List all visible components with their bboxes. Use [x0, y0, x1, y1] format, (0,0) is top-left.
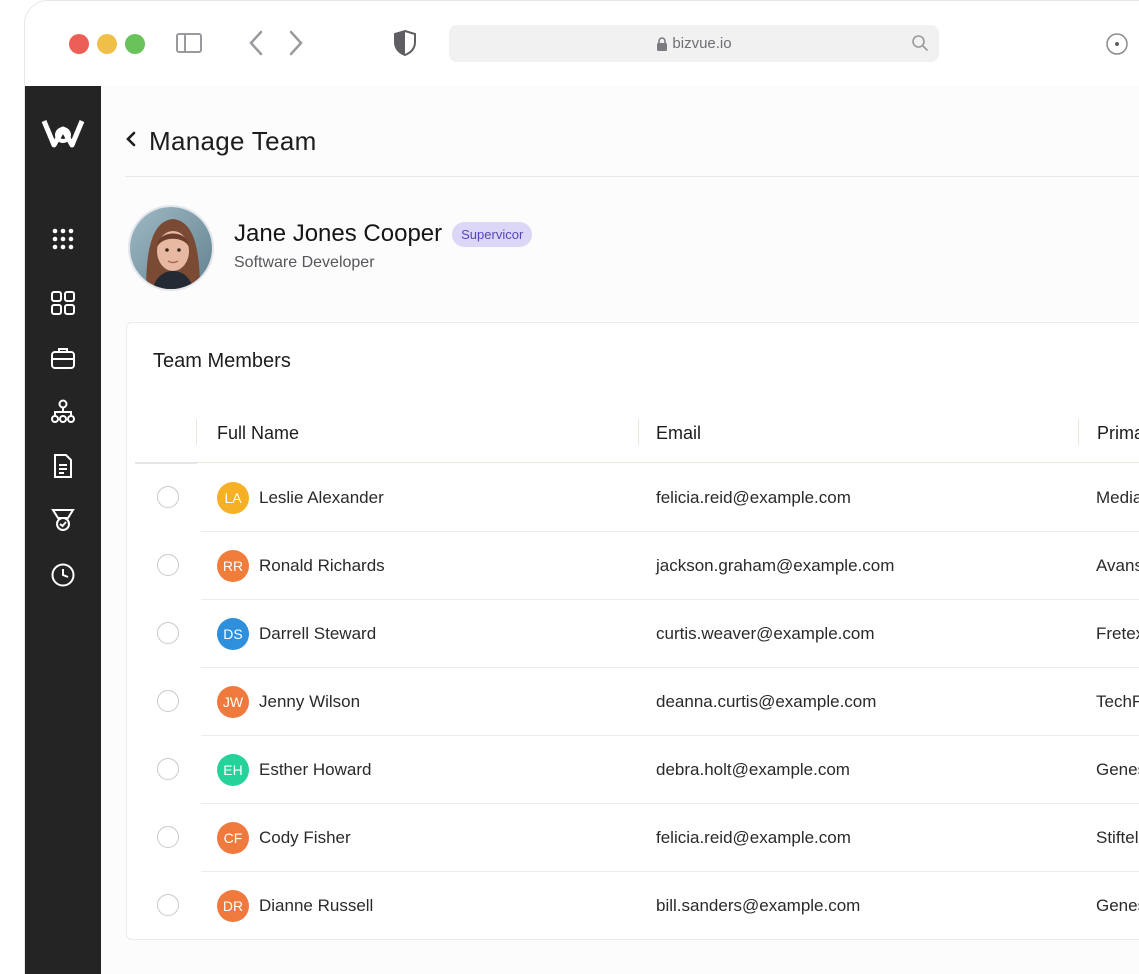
member-company: Media [1096, 488, 1139, 507]
browser-toolbar: bizvue.io [25, 1, 1139, 86]
column-header-full-name[interactable]: Full Name [217, 423, 299, 444]
sidebar [25, 86, 101, 974]
member-name: Cody Fisher [259, 828, 351, 847]
member-name: Darrell Steward [259, 624, 377, 643]
member-email: curtis.weaver@example.com [656, 624, 875, 643]
browser-window: bizvue.io Manage Team Jane Jones Cooper … [24, 0, 1139, 974]
row-select-radio[interactable] [157, 622, 179, 644]
logo-icon[interactable] [25, 116, 101, 150]
shield-icon[interactable] [393, 29, 417, 57]
org-chart-icon[interactable] [25, 395, 101, 429]
row-avatar: DR [217, 890, 249, 922]
table-row[interactable]: DS Darrell Steward curtis.weaver@example… [157, 600, 1139, 668]
member-name: Leslie Alexander [259, 488, 384, 507]
member-email: jackson.graham@example.com [656, 556, 895, 575]
team-members-card: Team Members Full Name Email Prima LA Le… [126, 322, 1139, 940]
row-select-radio[interactable] [157, 826, 179, 848]
member-company: Avans [1096, 556, 1139, 575]
page-header: Manage Team [125, 126, 317, 157]
page-title: Manage Team [149, 126, 317, 156]
row-select-radio[interactable] [157, 894, 179, 916]
header-divider [125, 176, 1139, 177]
member-email: deanna.curtis@example.com [656, 692, 877, 711]
member-email: bill.sanders@example.com [656, 896, 861, 915]
row-avatar: JW [217, 686, 249, 718]
row-select-radio[interactable] [157, 554, 179, 576]
table-row[interactable]: EH Esther Howard debra.holt@example.com … [157, 736, 1139, 804]
table-row[interactable]: CF Cody Fisher felicia.reid@example.com … [157, 804, 1139, 872]
member-company: Genes [1096, 896, 1139, 915]
profile-job-title: Software Developer [234, 254, 375, 271]
forward-arrow-icon[interactable] [287, 29, 305, 57]
member-company: Fretex [1096, 624, 1139, 643]
row-select-radio[interactable] [157, 758, 179, 780]
briefcase-icon[interactable] [25, 341, 101, 375]
card-title: Team Members [153, 350, 291, 372]
profile-text: Jane Jones Cooper Supervicor Software De… [234, 220, 533, 272]
member-email: debra.holt@example.com [656, 760, 850, 779]
lock-icon [657, 36, 668, 51]
member-email: felicia.reid@example.com [656, 488, 851, 507]
back-arrow-icon[interactable] [247, 29, 265, 57]
maximize-window-button[interactable] [125, 34, 145, 54]
address-bar[interactable]: bizvue.io [449, 25, 939, 62]
table-header: Full Name Email Prima [135, 405, 1139, 464]
dashboard-icon[interactable] [25, 286, 101, 320]
column-header-company[interactable]: Prima [1097, 423, 1139, 444]
main-content: Manage Team Jane Jones Cooper Supervicor… [101, 86, 1139, 974]
member-email: felicia.reid@example.com [656, 828, 851, 847]
search-icon[interactable] [911, 34, 929, 57]
row-avatar: LA [217, 482, 249, 514]
table-row[interactable]: DR Dianne Russell bill.sanders@example.c… [157, 872, 1139, 940]
member-company: TechF [1096, 692, 1139, 711]
table-row[interactable]: LA Leslie Alexander felicia.reid@example… [157, 464, 1139, 532]
url-text: bizvue.io [672, 35, 732, 52]
member-name: Jenny Wilson [259, 692, 361, 711]
member-name: Dianne Russell [259, 896, 374, 915]
close-window-button[interactable] [69, 34, 89, 54]
avatar [128, 205, 214, 291]
row-avatar: CF [217, 822, 249, 854]
row-select-radio[interactable] [157, 690, 179, 712]
row-select-radio[interactable] [157, 486, 179, 508]
downloads-icon[interactable] [1105, 32, 1129, 56]
back-chevron-icon[interactable] [125, 129, 137, 155]
clock-icon[interactable] [25, 558, 101, 592]
profile-summary: Jane Jones Cooper Supervicor Software De… [128, 205, 533, 291]
member-name: Esther Howard [259, 760, 372, 779]
table-row[interactable]: RR Ronald Richards jackson.graham@exampl… [157, 532, 1139, 600]
minimize-window-button[interactable] [97, 34, 117, 54]
document-icon[interactable] [25, 449, 101, 483]
member-company: Stiftel [1096, 828, 1139, 847]
member-name: Ronald Richards [259, 556, 385, 575]
role-badge: Supervicor [452, 221, 533, 247]
table-row[interactable]: JW Jenny Wilson deanna.curtis@example.co… [157, 668, 1139, 736]
apps-grid-icon[interactable] [25, 222, 101, 256]
row-avatar: RR [217, 550, 249, 582]
row-avatar: DS [217, 618, 249, 650]
row-avatar: EH [217, 754, 249, 786]
member-company: Genes [1096, 760, 1139, 779]
profile-name: Jane Jones Cooper [234, 220, 443, 247]
column-header-email[interactable]: Email [656, 423, 701, 444]
sidebar-toggle-icon[interactable] [175, 31, 203, 55]
award-icon[interactable] [25, 503, 101, 537]
